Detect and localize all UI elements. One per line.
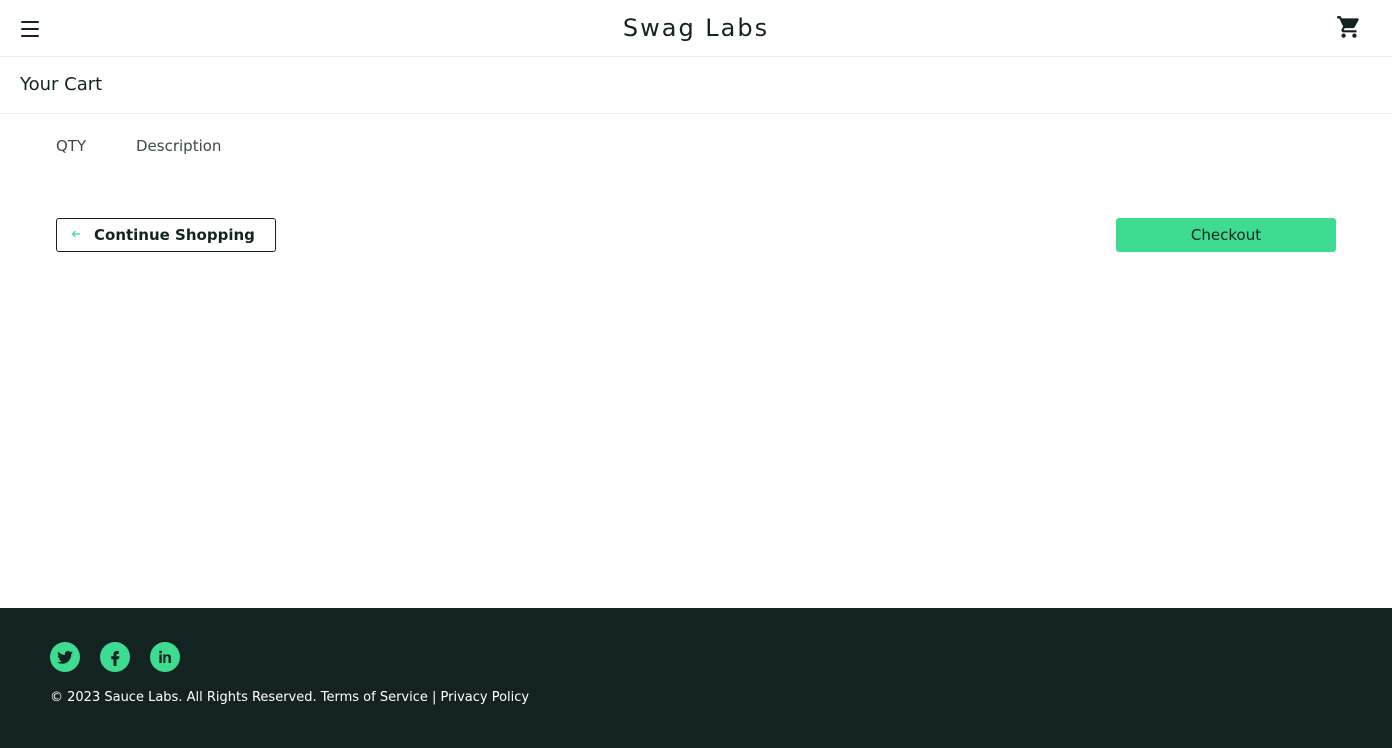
secondary-header: Your Cart <box>0 57 1392 114</box>
footer-copyright: © 2023 Sauce Labs. All Rights Reserved. … <box>50 690 530 705</box>
primary-header: Swag Labs <box>0 0 1392 57</box>
continue-shopping-button[interactable]: Continue Shopping <box>56 218 276 252</box>
app-logo: Swag Labs <box>622 14 770 42</box>
facebook-icon[interactable] <box>100 642 130 672</box>
qty-column-header: QTY <box>56 137 87 155</box>
continue-shopping-label: Continue Shopping <box>94 226 255 244</box>
description-column-header: Description <box>136 137 222 155</box>
page-title: Your Cart <box>20 74 103 95</box>
shopping-cart-icon[interactable] <box>1336 14 1362 40</box>
twitter-icon[interactable] <box>50 642 80 672</box>
hamburger-menu-icon[interactable] <box>20 19 40 39</box>
arrow-left-icon <box>69 228 83 242</box>
checkout-button[interactable]: Checkout <box>1116 218 1336 252</box>
footer: © 2023 Sauce Labs. All Rights Reserved. … <box>0 608 1392 748</box>
linkedin-icon[interactable] <box>150 642 180 672</box>
